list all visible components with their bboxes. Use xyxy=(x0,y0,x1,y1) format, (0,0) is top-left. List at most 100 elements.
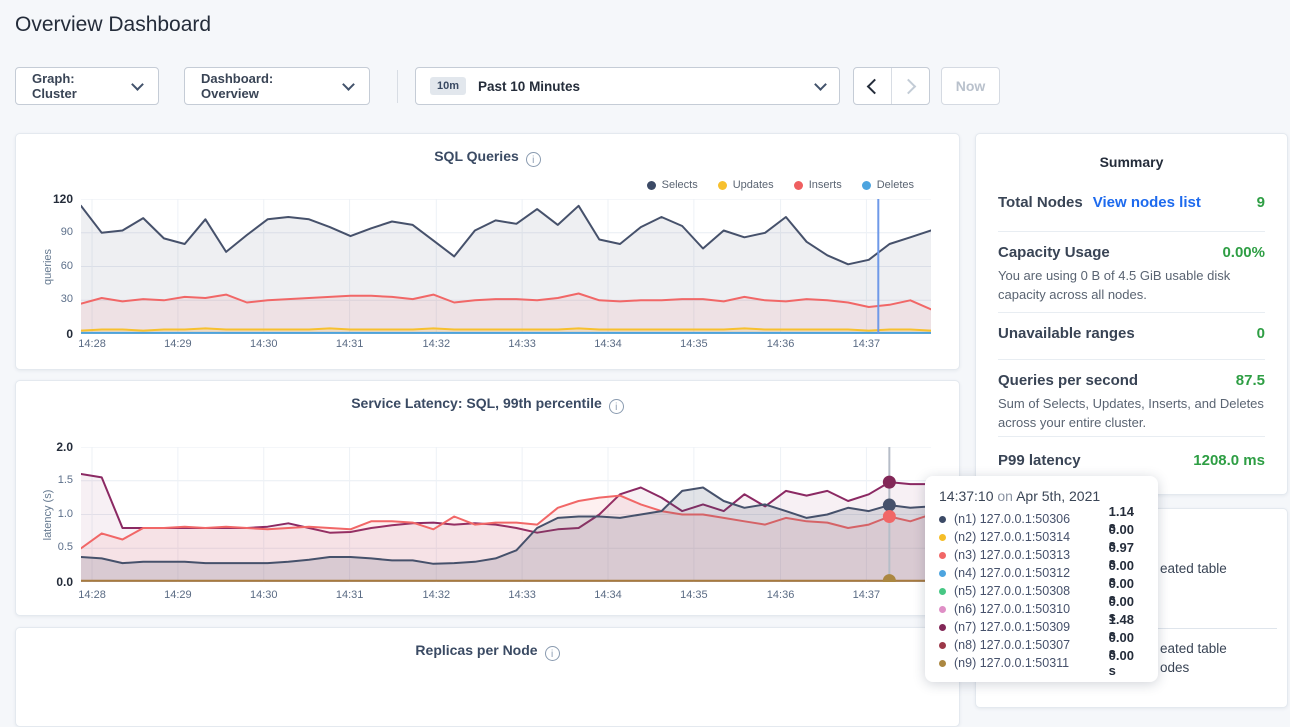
x-axis-tick: 14:35 xyxy=(674,589,714,601)
y-axis-label: latency (s) xyxy=(42,489,54,540)
y-axis-tick: 90 xyxy=(25,226,73,238)
summary-divider xyxy=(998,231,1265,232)
chevron-down-icon xyxy=(342,78,355,91)
page-title: Overview Dashboard xyxy=(15,13,211,37)
chart-title: Replicas per Node i xyxy=(16,642,959,661)
summary-row-total-nodes: Total Nodes View nodes list 9 xyxy=(998,194,1265,211)
event-item-text[interactable]: eated table xyxy=(1160,641,1227,656)
x-axis-tick: 14:37 xyxy=(846,589,886,601)
legend-dot-icon xyxy=(718,181,727,190)
qps-label: Queries per second xyxy=(998,372,1138,389)
chart-title-text: Replicas per Node xyxy=(415,642,537,658)
x-axis-tick: 14:33 xyxy=(502,338,542,350)
graph-dropdown-label: Graph: Cluster xyxy=(32,71,121,101)
time-range-badge: 10m xyxy=(430,77,466,95)
legend-label: Deletes xyxy=(877,179,914,191)
tooltip-row: (n9) 127.0.0.1:503110.00 s xyxy=(939,654,1144,672)
qps-value: 87.5 xyxy=(1236,372,1265,389)
p99-latency-label: P99 latency xyxy=(998,452,1081,469)
event-item-text[interactable]: eated table xyxy=(1160,561,1227,576)
tooltip-on: on xyxy=(997,488,1013,504)
qps-subtext: Sum of Selects, Updates, Inserts, and De… xyxy=(998,394,1269,432)
legend-dot-icon xyxy=(862,181,871,190)
summary-title: Summary xyxy=(976,154,1287,170)
node-color-dot-icon xyxy=(939,534,946,541)
node-color-dot-icon xyxy=(939,624,946,631)
dashboard-dropdown-label: Dashboard: Overview xyxy=(201,71,332,101)
y-axis-label: queries xyxy=(42,248,54,284)
y-axis-tick: 0 xyxy=(25,327,73,341)
overview-dashboard-page: Overview Dashboard Graph: Cluster Dashbo… xyxy=(0,0,1290,689)
tooltip-header: 14:37:10 on Apr 5th, 2021 xyxy=(939,488,1144,504)
node-color-dot-icon xyxy=(939,642,946,649)
legend-label: Inserts xyxy=(809,179,842,191)
x-axis-tick: 14:28 xyxy=(72,589,112,601)
graph-dropdown[interactable]: Graph: Cluster xyxy=(15,67,159,105)
chart-title-text: SQL Queries xyxy=(434,148,519,164)
time-range-dropdown[interactable]: 10m Past 10 Minutes xyxy=(415,67,840,105)
chart-title: SQL Queries i xyxy=(16,148,959,167)
summary-divider xyxy=(998,359,1265,360)
x-axis-tick: 14:30 xyxy=(244,338,284,350)
legend-dot-icon xyxy=(794,181,803,190)
info-icon[interactable]: i xyxy=(609,399,624,414)
legend-item[interactable]: Selects xyxy=(647,179,698,191)
service-latency-chart-area[interactable] xyxy=(81,447,931,582)
x-axis-tick: 14:32 xyxy=(416,338,456,350)
legend-item[interactable]: Updates xyxy=(718,179,774,191)
tooltip-node-value: 0.00 s xyxy=(1109,648,1144,678)
time-range-label: Past 10 Minutes xyxy=(478,79,804,94)
summary-row-capacity: Capacity Usage 0.00% xyxy=(998,244,1265,261)
tooltip-node-address: (n1) 127.0.0.1:50306 xyxy=(954,512,1101,526)
legend-label: Selects xyxy=(662,179,698,191)
chevron-right-icon xyxy=(901,78,917,94)
y-axis-tick: 30 xyxy=(25,293,73,305)
node-color-dot-icon xyxy=(939,552,946,559)
chart-hover-tooltip: 14:37:10 on Apr 5th, 2021 (n1) 127.0.0.1… xyxy=(925,476,1158,682)
sql-queries-panel: SQL Queries i Selects Updates Inserts Delete… xyxy=(15,133,960,370)
time-back-button[interactable] xyxy=(854,68,891,104)
replicas-per-node-panel: Replicas per Node i xyxy=(15,627,960,727)
node-color-dot-icon xyxy=(939,588,946,595)
sql-queries-chart-area[interactable] xyxy=(81,199,931,334)
node-color-dot-icon xyxy=(939,516,946,523)
toolbar-divider xyxy=(397,70,398,103)
info-icon[interactable]: i xyxy=(545,646,560,661)
x-axis-tick: 14:29 xyxy=(158,338,198,350)
dashboard-dropdown[interactable]: Dashboard: Overview xyxy=(184,67,370,105)
tooltip-rows: (n1) 127.0.0.1:503061.14 s(n2) 127.0.0.1… xyxy=(939,510,1144,672)
node-color-dot-icon xyxy=(939,570,946,577)
tooltip-node-address: (n5) 127.0.0.1:50308 xyxy=(954,584,1101,598)
tooltip-date: Apr 5th, 2021 xyxy=(1016,488,1100,504)
info-icon[interactable]: i xyxy=(526,152,541,167)
now-button[interactable]: Now xyxy=(941,67,1000,105)
time-nav-group xyxy=(853,67,930,105)
tooltip-node-address: (n2) 127.0.0.1:50314 xyxy=(954,530,1101,544)
x-axis-tick: 14:35 xyxy=(674,338,714,350)
legend-item[interactable]: Deletes xyxy=(862,179,914,191)
view-nodes-list-link[interactable]: View nodes list xyxy=(1093,194,1201,211)
y-axis-tick: 1.5 xyxy=(25,474,73,486)
y-axis-tick: 0.5 xyxy=(25,541,73,553)
chart-title-text: Service Latency: SQL, 99th percentile xyxy=(351,395,602,411)
y-axis-tick: 2.0 xyxy=(25,440,73,454)
service-latency-panel: Service Latency: SQL, 99th percentile i 0… xyxy=(15,380,960,616)
chevron-down-icon xyxy=(131,78,144,91)
summary-row-p99: P99 latency 1208.0 ms xyxy=(998,452,1265,469)
x-axis-tick: 14:37 xyxy=(846,338,886,350)
time-forward-button[interactable] xyxy=(891,68,929,104)
event-item-text[interactable]: odes xyxy=(1160,660,1189,675)
summary-panel: Summary Total Nodes View nodes list 9 Ca… xyxy=(975,133,1288,495)
tooltip-node-address: (n4) 127.0.0.1:50312 xyxy=(954,566,1101,580)
x-axis-tick: 14:36 xyxy=(761,589,801,601)
tooltip-node-address: (n8) 127.0.0.1:50307 xyxy=(954,638,1101,652)
tooltip-node-address: (n6) 127.0.0.1:50310 xyxy=(954,602,1101,616)
total-nodes-label: Total Nodes xyxy=(998,194,1083,211)
x-axis-tick: 14:34 xyxy=(588,338,628,350)
chevron-down-icon xyxy=(814,78,827,91)
x-axis-tick: 14:32 xyxy=(416,589,456,601)
legend-item[interactable]: Inserts xyxy=(794,179,842,191)
legend-label: Updates xyxy=(733,179,774,191)
summary-row-unavailable: Unavailable ranges 0 xyxy=(998,325,1265,342)
capacity-subtext: You are using 0 B of 4.5 GiB usable disk… xyxy=(998,266,1269,304)
